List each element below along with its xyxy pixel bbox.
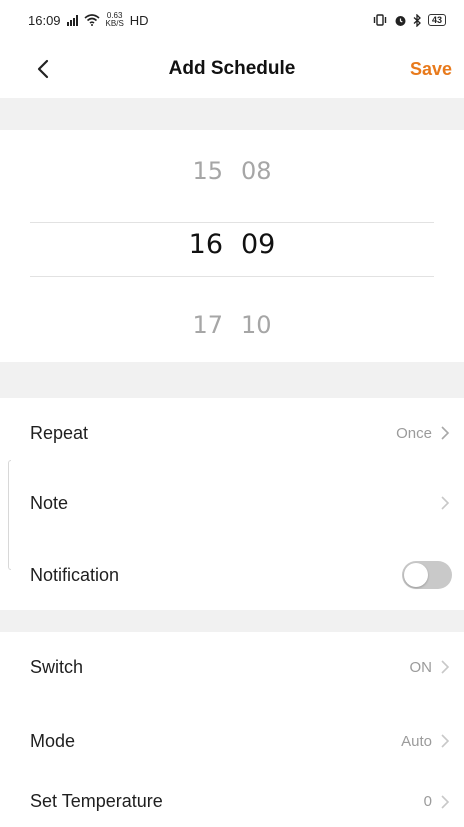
notification-label: Notification [30,564,120,585]
status-left: 16:09 0.63 KB/S HD [28,12,149,28]
picker-minute-prev[interactable]: 08 [241,157,272,185]
battery-icon: 43 [427,14,446,26]
mode-value-group: Auto [401,731,452,751]
picker-selection-top-line [30,222,434,223]
switch-label: Switch [30,656,84,677]
repeat-row[interactable]: Repeat Once [0,398,464,468]
battery-level: 43 [431,15,442,25]
repeat-value: Once [396,424,432,442]
note-label: Note [30,492,69,513]
status-time: 16:09 [28,12,61,28]
picker-row-prev[interactable]: 15 08 [0,157,464,185]
chevron-right-icon [441,794,450,809]
picker-selection-bottom-line [30,276,434,277]
set-temperature-label: Set Temperature [30,791,163,811]
picker-hour-selected[interactable]: 16 [189,229,223,260]
picker-row-next[interactable]: 17 10 [0,311,464,339]
back-button[interactable] [30,54,60,84]
status-bar: 16:09 0.63 KB/S HD 43 [0,0,464,40]
picker-minute-selected[interactable]: 09 [241,229,275,260]
hd-indicator: HD [129,12,149,28]
section-divider [0,610,464,632]
set-temperature-value-group: 0 [424,792,452,812]
cellular-signal-icon [66,14,78,26]
chevron-right-icon [441,734,450,748]
bluetooth-icon [413,13,421,27]
notification-toggle[interactable] [402,561,452,589]
chevron-right-icon [441,496,450,510]
mode-row[interactable]: Mode Auto [0,706,464,776]
status-right: 43 [372,13,446,27]
mode-label: Mode [30,730,76,751]
chevron-right-icon [441,660,450,674]
repeat-value-group: Once [396,423,452,443]
save-button[interactable]: Save [410,59,452,80]
notification-row: Notification [0,540,464,610]
picker-hour-prev[interactable]: 15 [192,157,223,185]
network-speed: 0.63 KB/S [106,12,124,28]
repeat-label: Repeat [30,422,89,443]
chevron-right-icon [441,426,450,440]
edge-swipe-handle [8,460,11,570]
alarm-icon [395,15,406,26]
switch-row[interactable]: Switch ON [0,632,464,702]
page-title: Add Schedule [168,58,296,79]
chevron-left-icon [37,59,49,79]
network-speed-unit: KB/S [105,19,124,28]
section-divider [0,98,464,130]
time-picker[interactable]: 15 08 16 09 17 10 [0,130,464,362]
vibrate-icon [373,14,387,26]
set-temperature-row[interactable]: Set Temperature 0 [0,776,464,827]
picker-hour-next[interactable]: 17 [192,311,223,339]
mode-value: Auto [401,732,432,750]
section-divider [0,362,464,398]
note-value-group [432,493,452,513]
switch-value-group: ON [410,657,453,677]
nav-bar: Add Schedule Save [0,40,464,98]
toggle-knob [404,563,428,587]
picker-row-selected[interactable]: 16 09 [0,229,464,260]
wifi-icon [84,14,100,26]
note-row[interactable]: Note [0,468,464,538]
switch-value: ON [409,658,433,676]
picker-minute-next[interactable]: 10 [241,311,272,339]
set-temperature-value: 0 [423,793,432,810]
